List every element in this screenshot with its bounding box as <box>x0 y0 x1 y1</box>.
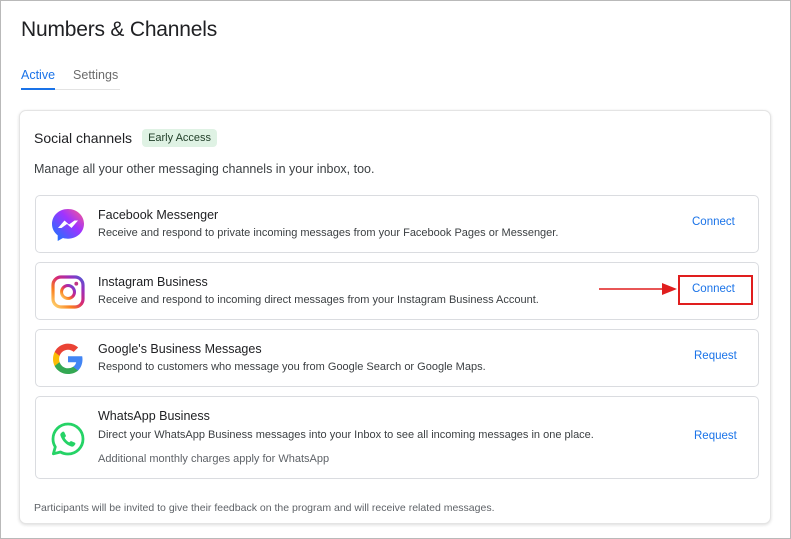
channel-facebook-messenger: Facebook Messenger Receive and respond t… <box>35 195 759 253</box>
tab-settings[interactable]: Settings <box>73 67 120 90</box>
request-button[interactable]: Request <box>694 350 737 362</box>
google-icon <box>50 341 86 377</box>
connect-button[interactable]: Connect <box>692 216 735 228</box>
footer-note: Participants will be invited to give the… <box>34 502 495 514</box>
channel-description: Direct your WhatsApp Business messages i… <box>98 429 594 441</box>
channel-description: Respond to customers who message you fro… <box>98 361 486 373</box>
whatsapp-icon <box>50 421 86 457</box>
channel-name: WhatsApp Business <box>98 409 210 423</box>
card-description: Manage all your other messaging channels… <box>34 162 375 176</box>
channel-note: Additional monthly charges apply for Wha… <box>98 453 330 465</box>
page-title: Numbers & Channels <box>21 18 217 41</box>
channel-description: Receive and respond to private incoming … <box>98 227 559 239</box>
instagram-icon <box>50 274 86 310</box>
channel-google-business-messages: Google's Business Messages Respond to cu… <box>35 329 759 387</box>
channel-whatsapp-business: WhatsApp Business Direct your WhatsApp B… <box>35 396 759 479</box>
social-channels-card: Social channels Early Access Manage all … <box>19 110 771 524</box>
early-access-badge: Early Access <box>142 129 218 147</box>
channel-name: Instagram Business <box>98 275 208 289</box>
tab-bar: Active Settings <box>21 67 121 90</box>
channel-description: Receive and respond to incoming direct m… <box>98 294 539 306</box>
annotation-arrow <box>599 283 677 295</box>
channel-name: Facebook Messenger <box>98 208 219 222</box>
channel-name: Google's Business Messages <box>98 342 262 356</box>
connect-button[interactable]: Connect <box>692 283 735 295</box>
request-button[interactable]: Request <box>694 430 737 442</box>
card-title: Social channels <box>34 130 133 146</box>
facebook-messenger-icon <box>50 207 86 243</box>
card-header: Social channels Early Access <box>34 129 218 147</box>
tab-active[interactable]: Active <box>21 67 56 90</box>
channel-instagram-business: Instagram Business Receive and respond t… <box>35 262 759 320</box>
